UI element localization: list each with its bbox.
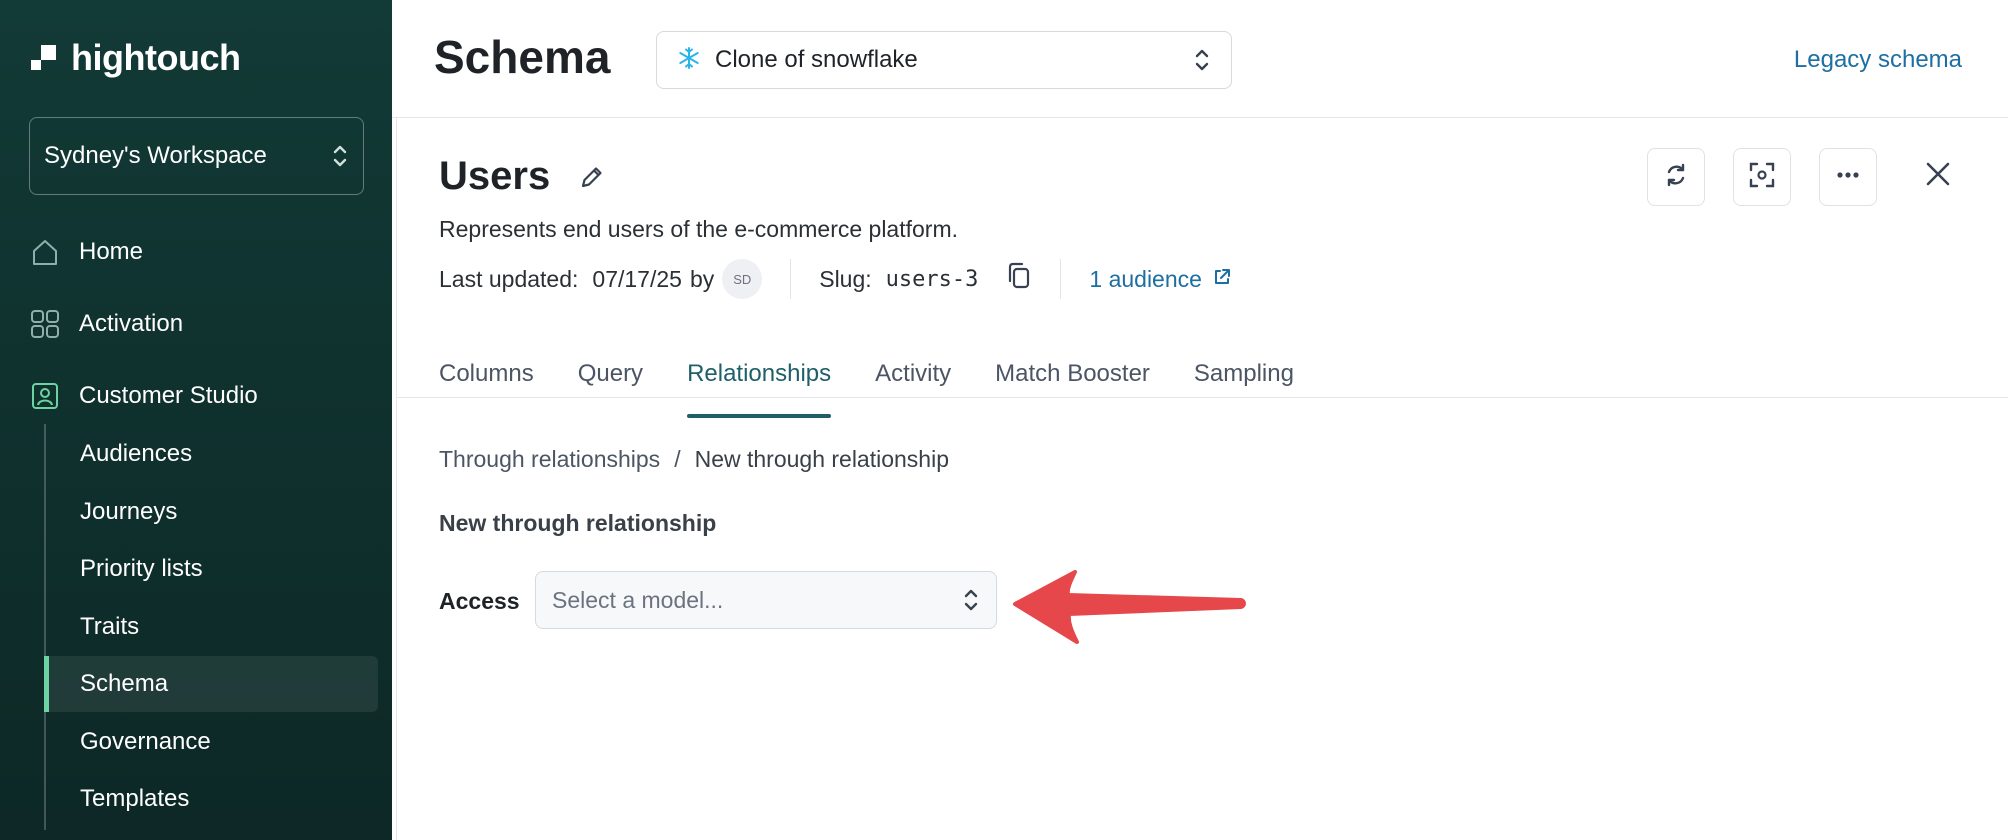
- more-dots-icon: [1834, 161, 1862, 194]
- sidebar: hightouch Sydney's Workspace Home Activa…: [0, 0, 392, 840]
- snowflake-icon: [677, 46, 701, 75]
- home-icon: [29, 236, 61, 268]
- sidebar-item-audiences[interactable]: Audiences: [80, 440, 192, 468]
- refresh-button[interactable]: [1647, 148, 1705, 206]
- nav-item-customer-studio[interactable]: Customer Studio: [29, 380, 258, 412]
- workspace-name: Sydney's Workspace: [44, 142, 267, 169]
- pencil-icon[interactable]: [577, 162, 607, 192]
- nav-label-home: Home: [79, 238, 144, 265]
- refresh-icon: [1662, 161, 1690, 194]
- sidebar-item-traits[interactable]: Traits: [80, 613, 139, 641]
- model-panel: Users Represents end users of the e-comm…: [396, 118, 2008, 840]
- tab-activity[interactable]: Activity: [875, 344, 951, 418]
- tabs-divider: [397, 397, 2008, 398]
- chevron-up-down-icon: [331, 143, 349, 169]
- legacy-schema-link[interactable]: Legacy schema: [1794, 46, 1962, 74]
- chevron-up-down-icon: [962, 587, 980, 613]
- tab-relationships[interactable]: Relationships: [687, 344, 832, 418]
- active-item-indicator: [44, 656, 49, 712]
- model-meta: Last updated: 07/17/25 by SD Slug: users…: [439, 256, 1232, 302]
- model-tabs: Columns Query Relationships Activity Mat…: [439, 344, 1338, 418]
- breadcrumb-parent-link[interactable]: Through relationships: [439, 446, 660, 473]
- subnav-rail: [44, 424, 46, 830]
- nav-item-activation[interactable]: Activation: [29, 308, 183, 340]
- nav-item-home[interactable]: Home: [29, 236, 143, 268]
- meta-divider: [790, 259, 792, 299]
- customer-studio-icon: [29, 380, 61, 412]
- model-title: Users: [439, 154, 551, 198]
- sidebar-item-priority-lists[interactable]: Priority lists: [80, 555, 203, 583]
- by-label: by: [689, 265, 715, 292]
- brand-name: hightouch: [71, 37, 241, 78]
- page-title: Schema: [434, 31, 611, 83]
- audience-link[interactable]: 1 audience: [1089, 266, 1202, 293]
- sidebar-item-journeys[interactable]: Journeys: [80, 498, 177, 526]
- tab-sampling[interactable]: Sampling: [1194, 344, 1294, 418]
- sidebar-item-schema[interactable]: Schema: [80, 670, 168, 698]
- meta-divider: [1060, 259, 1062, 299]
- model-description: Represents end users of the e-commerce p…: [439, 216, 959, 242]
- focus-button[interactable]: [1733, 148, 1791, 206]
- model-select[interactable]: Select a model...: [535, 571, 997, 629]
- close-icon: [1925, 161, 1951, 192]
- tab-columns[interactable]: Columns: [439, 344, 534, 418]
- access-label: Access: [439, 588, 520, 614]
- last-updated-label: Last updated:: [439, 265, 579, 292]
- slug-value: users-3: [885, 266, 979, 292]
- breadcrumb: Through relationships / New through rela…: [439, 446, 949, 473]
- model-select-placeholder: Select a model...: [552, 586, 724, 613]
- form-heading: New through relationship: [439, 510, 717, 536]
- sidebar-item-governance[interactable]: Governance: [80, 728, 211, 756]
- tab-match-booster[interactable]: Match Booster: [995, 344, 1150, 418]
- nav-label-activation: Activation: [79, 310, 184, 337]
- workspace-switcher[interactable]: Sydney's Workspace: [29, 117, 364, 195]
- logo-mark-icon: [29, 43, 59, 73]
- last-updated-value: 07/17/25: [592, 265, 682, 292]
- main-area: Schema Clone of snowflake Legacy schema …: [392, 0, 2008, 840]
- copy-icon[interactable]: [1006, 262, 1032, 296]
- annotation-arrow-icon: [1013, 570, 1246, 644]
- slug-label: Slug:: [819, 265, 872, 292]
- source-select-value: Clone of snowflake: [715, 46, 918, 73]
- hightouch-logo[interactable]: hightouch: [29, 37, 241, 78]
- source-select[interactable]: Clone of snowflake: [656, 31, 1232, 89]
- external-link-icon[interactable]: [1212, 266, 1232, 293]
- more-button[interactable]: [1819, 148, 1877, 206]
- tab-query[interactable]: Query: [578, 344, 643, 418]
- nav-label-customer-studio: Customer Studio: [79, 382, 258, 409]
- breadcrumb-current: New through relationship: [694, 446, 950, 472]
- focus-icon: [1748, 161, 1776, 194]
- breadcrumb-separator: /: [674, 446, 681, 472]
- sidebar-item-templates[interactable]: Templates: [80, 785, 189, 813]
- chevron-up-down-icon: [1193, 47, 1211, 73]
- top-bar: Schema Clone of snowflake Legacy schema: [392, 0, 2008, 118]
- activation-icon: [29, 308, 61, 340]
- avatar: SD: [722, 259, 763, 299]
- close-button[interactable]: [1920, 158, 1956, 194]
